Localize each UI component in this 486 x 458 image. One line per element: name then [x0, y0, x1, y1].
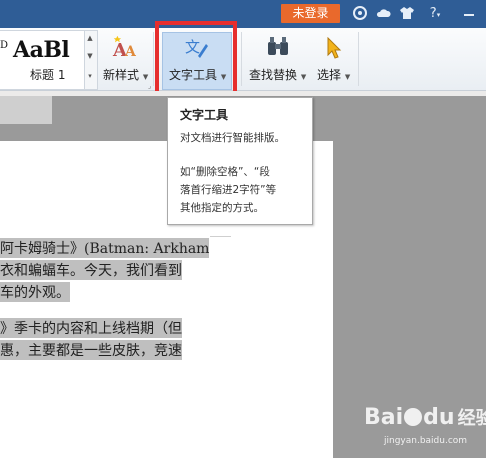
tooltip-title: 文字工具 — [180, 108, 229, 122]
ribbon-separator — [241, 32, 242, 86]
find-replace-button[interactable]: 查找替换 ▼ — [249, 66, 306, 83]
ribbon-separator — [153, 32, 154, 86]
page-corner-mark — [210, 236, 231, 237]
shield-icon[interactable] — [351, 5, 369, 23]
dialog-launcher-icon[interactable]: ⌟ — [148, 82, 151, 90]
svg-text:A: A — [124, 44, 137, 60]
style-preview-small: D — [0, 40, 9, 51]
watermark-url: jingyan.baidu.com — [384, 436, 468, 446]
tooltip: 文字工具 对文档进行智能排版。 如“删除空格”、“段 落首行缩进2字符”等 其他… — [167, 97, 313, 225]
help-glyph: ? — [429, 6, 437, 21]
chevron-down-icon: ▼ — [344, 73, 351, 81]
ribbon-separator — [358, 32, 359, 86]
watermark-brand: Bai — [364, 405, 404, 430]
binoculars-icon[interactable] — [266, 36, 290, 62]
paw-icon — [404, 408, 423, 426]
watermark-logo: du — [423, 405, 455, 430]
shirt-icon[interactable] — [398, 5, 416, 23]
margin-strip — [0, 96, 52, 124]
select-label: 选择 — [317, 68, 342, 82]
minimize-icon[interactable] — [460, 5, 478, 23]
document-line[interactable]: 》季卡的内容和上线档期（但 — [0, 318, 182, 338]
new-style-label: 新样式 — [103, 68, 140, 82]
new-style-icon[interactable]: A A — [112, 35, 138, 64]
select-button[interactable]: 选择 ▼ — [317, 66, 350, 83]
baidu-watermark: Bai du 经验 — [364, 404, 486, 430]
highlight-box — [155, 21, 237, 101]
tooltip-line: 如“删除空格”、“段 — [180, 166, 270, 178]
gallery-up-icon[interactable]: ▲ — [86, 34, 94, 42]
chevron-down-icon: ▼ — [300, 73, 307, 81]
chevron-down-icon: ▼ — [142, 73, 149, 81]
watermark-suffix: 经验 — [457, 408, 486, 429]
cursor-arrow-icon[interactable] — [326, 36, 342, 63]
tooltip-line: 其他指定的方式。 — [180, 202, 264, 214]
new-style-button[interactable]: 新样式 ▼ — [103, 66, 148, 83]
horizontal-ruler — [0, 91, 486, 96]
cloud-icon[interactable] — [374, 5, 392, 23]
find-replace-label: 查找替换 — [249, 68, 298, 82]
gallery-more-icon[interactable]: ▾ — [86, 72, 94, 80]
document-line[interactable]: 车的外观。 — [0, 282, 70, 302]
tooltip-desc: 对文档进行智能排版。 — [180, 132, 285, 144]
help-icon[interactable]: ?▾ — [424, 5, 446, 23]
style-preview-text: AaBl — [13, 37, 70, 63]
document-line[interactable]: 衣和蝙蝠车。今天，我们看到 — [0, 260, 182, 280]
document-line[interactable]: 阿卡姆骑士》(Batman: Arkham — [0, 238, 210, 258]
login-button[interactable]: 未登录 — [281, 4, 340, 23]
gallery-down-icon[interactable]: ▼ — [86, 52, 94, 60]
style-caption: 标题 1 — [30, 68, 66, 82]
tooltip-line: 落首行缩进2字符”等 — [180, 184, 277, 196]
document-line[interactable]: 惠，主要都是一些皮肤，竞速 — [0, 340, 182, 360]
